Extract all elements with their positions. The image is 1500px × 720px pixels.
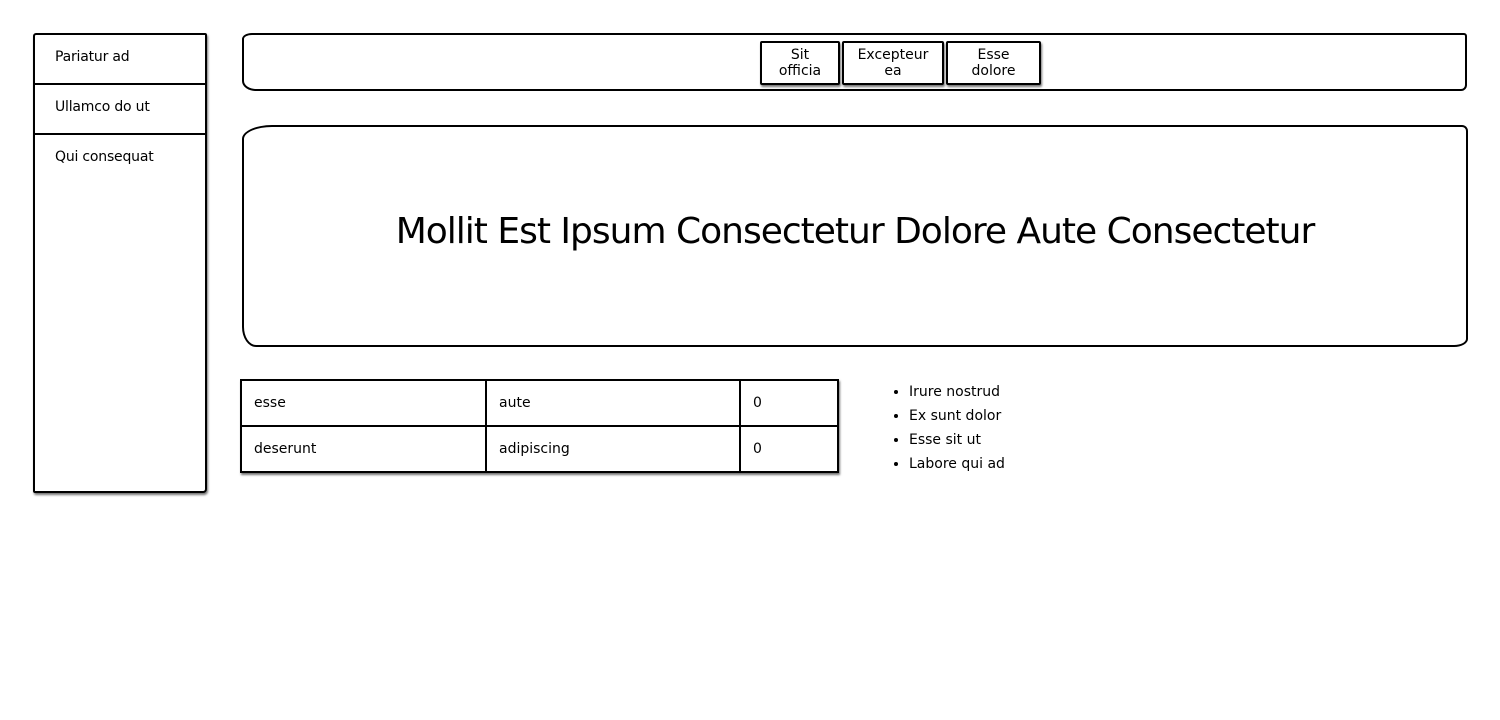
- nav-button-group: Sit officia Excepteur ea Esse dolore: [760, 41, 1043, 85]
- sidebar-item-label: Ullamco do ut: [55, 99, 150, 115]
- nav-button-excepteur-ea[interactable]: Excepteur ea: [842, 41, 944, 85]
- table-cell: esse: [240, 379, 487, 427]
- list-item: Esse sit ut: [909, 428, 1005, 452]
- table-row: deserunt adipiscing 0: [240, 425, 839, 473]
- table-cell: 0: [739, 425, 839, 473]
- list-item: Labore qui ad: [909, 452, 1005, 476]
- nav-button-sit-officia[interactable]: Sit officia: [760, 41, 840, 85]
- table-cell: aute: [485, 379, 741, 427]
- data-table: esse aute 0 deserunt adipiscing 0: [240, 379, 839, 473]
- top-navbar: Sit officia Excepteur ea Esse dolore: [242, 33, 1467, 91]
- nav-button-esse-dolore[interactable]: Esse dolore: [946, 41, 1041, 85]
- table-cell: deserunt: [240, 425, 487, 473]
- list-item: Ex sunt dolor: [909, 404, 1005, 428]
- sidebar: Pariatur ad Ullamco do ut Qui consequat: [33, 33, 207, 493]
- hero-banner: Mollit Est Ipsum Consectetur Dolore Aute…: [242, 125, 1468, 347]
- hero-title: Mollit Est Ipsum Consectetur Dolore Aute…: [395, 210, 1316, 252]
- bullet-list: Irure nostrud Ex sunt dolor Esse sit ut …: [892, 380, 1005, 476]
- table-cell: adipiscing: [485, 425, 741, 473]
- sidebar-item-label: Qui consequat: [55, 149, 154, 165]
- table-row: esse aute 0: [240, 379, 839, 427]
- table-cell: 0: [739, 379, 839, 427]
- list-item: Irure nostrud: [909, 380, 1005, 404]
- sidebar-item-label: Pariatur ad: [55, 49, 130, 65]
- sidebar-item-qui-consequat[interactable]: Qui consequat: [35, 135, 205, 185]
- sidebar-item-ullamco-do-ut[interactable]: Ullamco do ut: [35, 85, 205, 135]
- sidebar-item-pariatur-ad[interactable]: Pariatur ad: [35, 35, 205, 85]
